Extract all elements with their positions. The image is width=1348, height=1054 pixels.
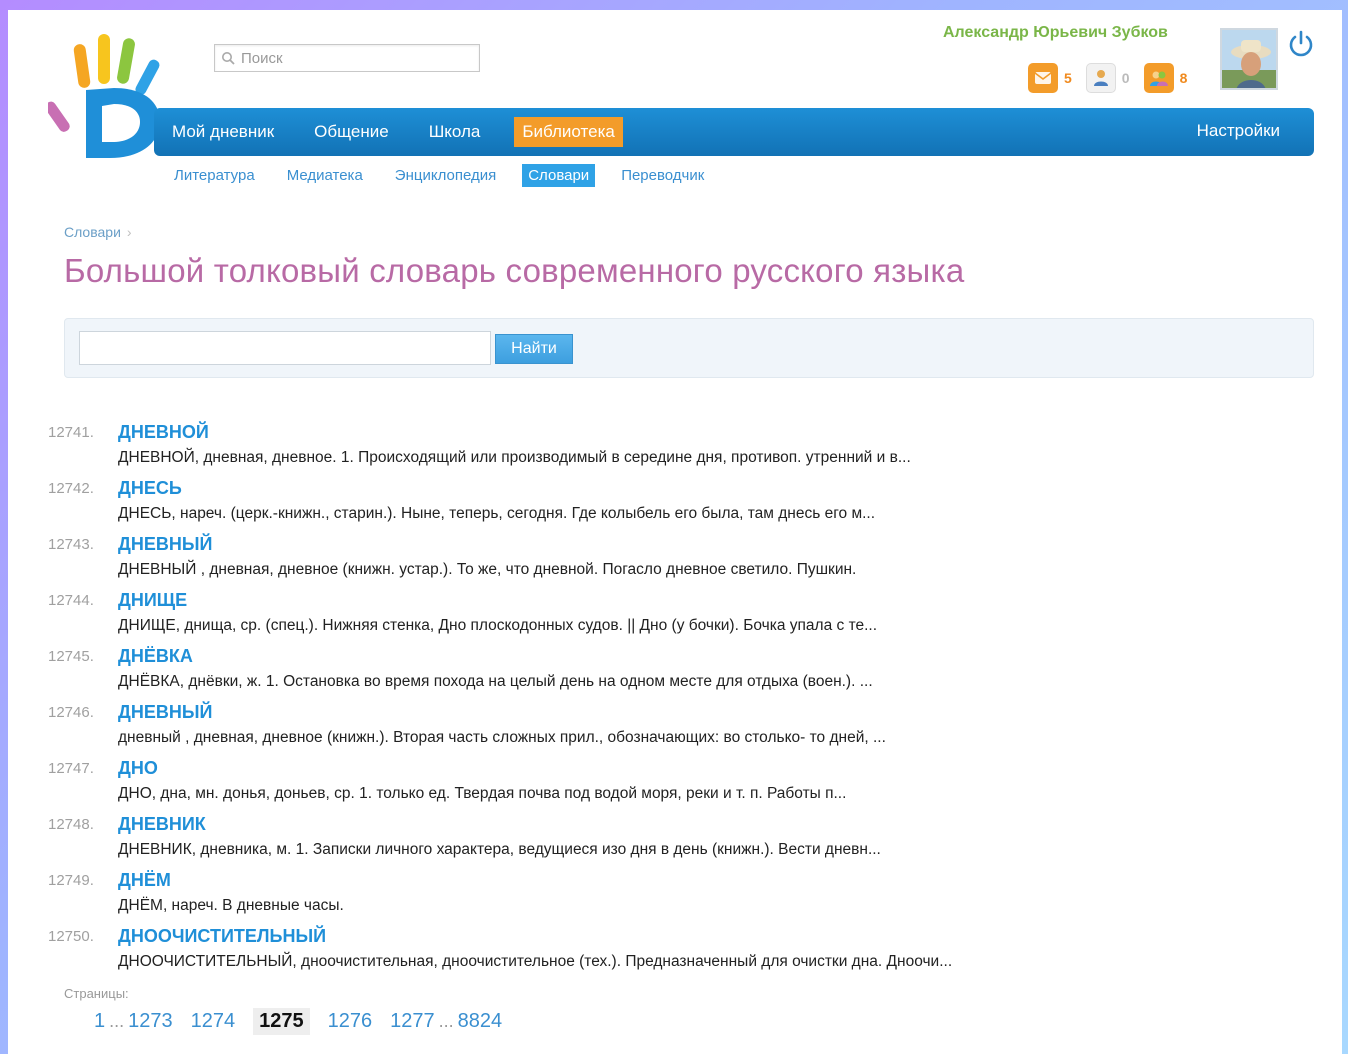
breadcrumb-dictionaries[interactable]: Словари [64,224,121,240]
dictionary-results-list: 12741. ДНЕВНОЙ ДНЕВНОЙ, дневная, дневное… [48,420,1318,980]
nav-communication[interactable]: Общение [308,118,395,146]
groups-count: 8 [1179,70,1188,86]
entry-description: ДНЕВНОЙ, дневная, дневное. 1. Происходящ… [118,449,911,466]
subnav-translator[interactable]: Переводчик [615,164,710,187]
entry-description: ДНЁМ, нареч. В дневные часы. [118,897,344,914]
search-icon [222,52,235,65]
entry-word-link[interactable]: ДНЕВНИК [118,814,206,835]
entry-word-link[interactable]: ДНЕВНЫЙ [118,702,212,723]
breadcrumb: Словари › [64,224,132,240]
global-search-input[interactable] [241,49,461,67]
list-item: 12747. ДНО ДНО, дна, мн. донья, доньев, … [48,756,1318,812]
subnav-media-library[interactable]: Медиатека [281,164,369,187]
entry-number: 12742. [48,480,94,497]
page-link-first[interactable]: 1 [94,1010,105,1033]
entry-description: ДНО, дна, мн. донья, доньев, ср. 1. толь… [118,785,847,802]
page-link[interactable]: 1273 [128,1010,173,1033]
entry-description: ДНИЩЕ, днища, ср. (спец.). Нижняя стенка… [118,617,878,634]
dictionary-search-input[interactable] [79,331,491,365]
pagination-ellipsis: ... [109,1011,125,1031]
entry-word-link[interactable]: ДНИЩЕ [118,590,187,611]
find-button[interactable]: Найти [495,334,573,364]
entry-description: ДНЁВКА, днёвки, ж. 1. Остановка во время… [118,673,873,690]
entry-description: дневный , дневная, дневное (книжн.). Вто… [118,729,886,746]
page-current: 1275 [253,1008,310,1035]
list-item: 12742. ДНЕСЬ ДНЕСЬ, нареч. (церк.-книжн.… [48,476,1318,532]
pagination: 1 ... 1273 1274 1275 1276 1277 ... 8824 [94,1008,520,1035]
entry-word-link[interactable]: ДНЁМ [118,870,171,891]
subnav-dictionaries[interactable]: Словари [522,164,596,187]
friend-requests-count: 0 [1121,70,1130,86]
dictionary-search-panel: Найти [64,318,1314,378]
entry-number: 12748. [48,816,94,833]
logout-power-icon[interactable] [1287,30,1315,58]
page-frame: Александр Юрьевич Зубков 5 0 8 [8,10,1342,1054]
breadcrumb-separator: › [126,224,132,240]
list-item: 12744. ДНИЩЕ ДНИЩЕ, днища, ср. (спец.). … [48,588,1318,644]
entry-word-link[interactable]: ДНООЧИСТИТЕЛЬНЫЙ [118,926,326,947]
nav-my-diary[interactable]: Мой дневник [166,118,280,146]
entry-number: 12745. [48,648,94,665]
global-search[interactable] [214,44,480,72]
page-link[interactable]: 1274 [191,1010,236,1033]
notification-counters: 5 0 8 [1028,63,1201,93]
entry-description: ДНООЧИСТИТЕЛЬНЫЙ, днoочистительная, днoо… [118,953,953,970]
page-link[interactable]: 1277 [390,1010,435,1033]
people-icon [1143,63,1174,93]
messages-counter[interactable]: 5 [1028,63,1072,93]
list-item: 12746. ДНЕВНЫЙ дневный , дневная, дневно… [48,700,1318,756]
entry-word-link[interactable]: ДНЕВНОЙ [118,422,209,443]
entry-word-link[interactable]: ДНЕСЬ [118,478,182,499]
list-item: 12748. ДНЕВНИК ДНЕВНИК, дневника, м. 1. … [48,812,1318,868]
entry-number: 12746. [48,704,94,721]
nav-library[interactable]: Библиотека [514,117,623,147]
entry-description: ДНЕСЬ, нареч. (церк.-книжн., старин.). Н… [118,505,876,522]
entry-number: 12747. [48,760,94,777]
entry-word-link[interactable]: ДНЕВНЫЙ [118,534,212,555]
pagination-ellipsis: ... [438,1011,454,1031]
person-icon [1085,63,1116,93]
list-item: 12741. ДНЕВНОЙ ДНЕВНОЙ, дневная, дневное… [48,420,1318,476]
avatar[interactable] [1220,28,1278,90]
nav-school[interactable]: Школа [423,118,487,146]
subnav-encyclopedia[interactable]: Энциклопедия [389,164,502,187]
list-item: 12749. ДНЁМ ДНЁМ, нареч. В дневные часы. [48,868,1318,924]
subnav-literature[interactable]: Литература [168,164,261,187]
user-name[interactable]: Александр Юрьевич Зубков [943,24,1168,42]
groups-counter[interactable]: 8 [1143,63,1188,93]
list-item: 12750. ДНООЧИСТИТЕЛЬНЫЙ ДНООЧИСТИТЕЛЬНЫЙ… [48,924,1318,980]
entry-word-link[interactable]: ДНЁВКА [118,646,193,667]
friend-requests-counter[interactable]: 0 [1085,63,1130,93]
entry-number: 12743. [48,536,94,553]
entry-number: 12744. [48,592,94,609]
page-link[interactable]: 1276 [328,1010,373,1033]
library-subnavigation: Литература Медиатека Энциклопедия Словар… [168,164,730,187]
page-title: Большой толковый словарь современного ру… [64,252,965,289]
entry-number: 12749. [48,872,94,889]
entry-description: ДНЕВНЫЙ , дневная, дневное (книжн. устар… [118,561,857,578]
main-navigation: Мой дневник Общение Школа Библиотека Нас… [154,108,1314,156]
pagination-label: Страницы: [64,986,129,1001]
messages-count: 5 [1064,70,1072,86]
list-item: 12745. ДНЁВКА ДНЁВКА, днёвки, ж. 1. Оста… [48,644,1318,700]
nav-settings[interactable]: Настройки [1197,121,1280,141]
list-item: 12743. ДНЕВНЫЙ ДНЕВНЫЙ , дневная, дневно… [48,532,1318,588]
entry-number: 12750. [48,928,94,945]
entry-number: 12741. [48,424,94,441]
page-link-last[interactable]: 8824 [458,1010,503,1033]
mail-icon [1028,63,1058,93]
entry-word-link[interactable]: ДНО [118,758,158,779]
entry-description: ДНЕВНИК, дневника, м. 1. Записки личного… [118,841,881,858]
